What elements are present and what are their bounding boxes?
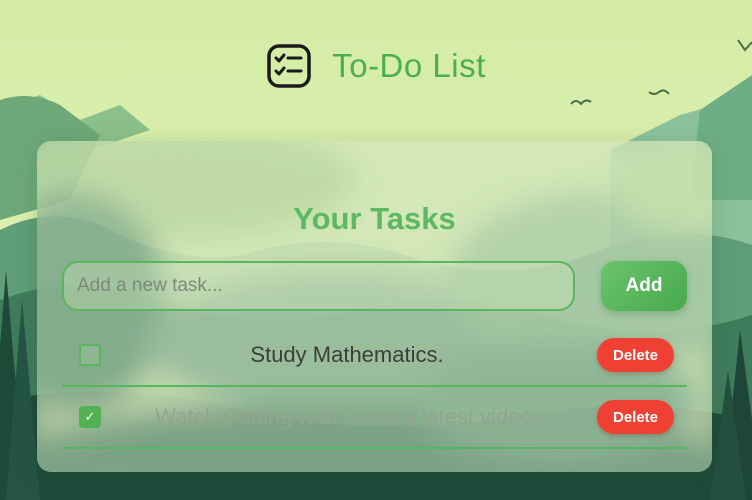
new-task-input[interactable] xyxy=(62,261,575,311)
tasks-card: Your Tasks Add Study Mathematics. Delete… xyxy=(37,141,712,472)
task-item: ✓ Watch Coding with Lewis's latest video… xyxy=(62,387,687,449)
delete-task-button[interactable]: Delete xyxy=(597,400,674,434)
task-checkbox[interactable] xyxy=(79,344,101,366)
task-list: Study Mathematics. Delete ✓ Watch Coding… xyxy=(62,325,687,449)
delete-task-button[interactable]: Delete xyxy=(597,338,674,372)
task-text[interactable]: Study Mathematics. xyxy=(122,325,572,385)
app-header: To-Do List xyxy=(0,38,752,94)
add-task-button[interactable]: Add xyxy=(601,261,687,311)
checkmark-icon: ✓ xyxy=(84,409,96,424)
task-text[interactable]: Watch Coding with Lewis's latest video. xyxy=(122,387,572,447)
task-checkbox-checked[interactable]: ✓ xyxy=(79,406,101,428)
tasks-heading: Your Tasks xyxy=(293,201,456,236)
checklist-icon xyxy=(267,44,311,88)
app-title: To-Do List xyxy=(332,47,486,84)
task-item: Study Mathematics. Delete xyxy=(62,325,687,387)
app-page: To-Do List Your Tasks Add a new task... … xyxy=(0,0,752,500)
bird-icon xyxy=(570,99,592,106)
